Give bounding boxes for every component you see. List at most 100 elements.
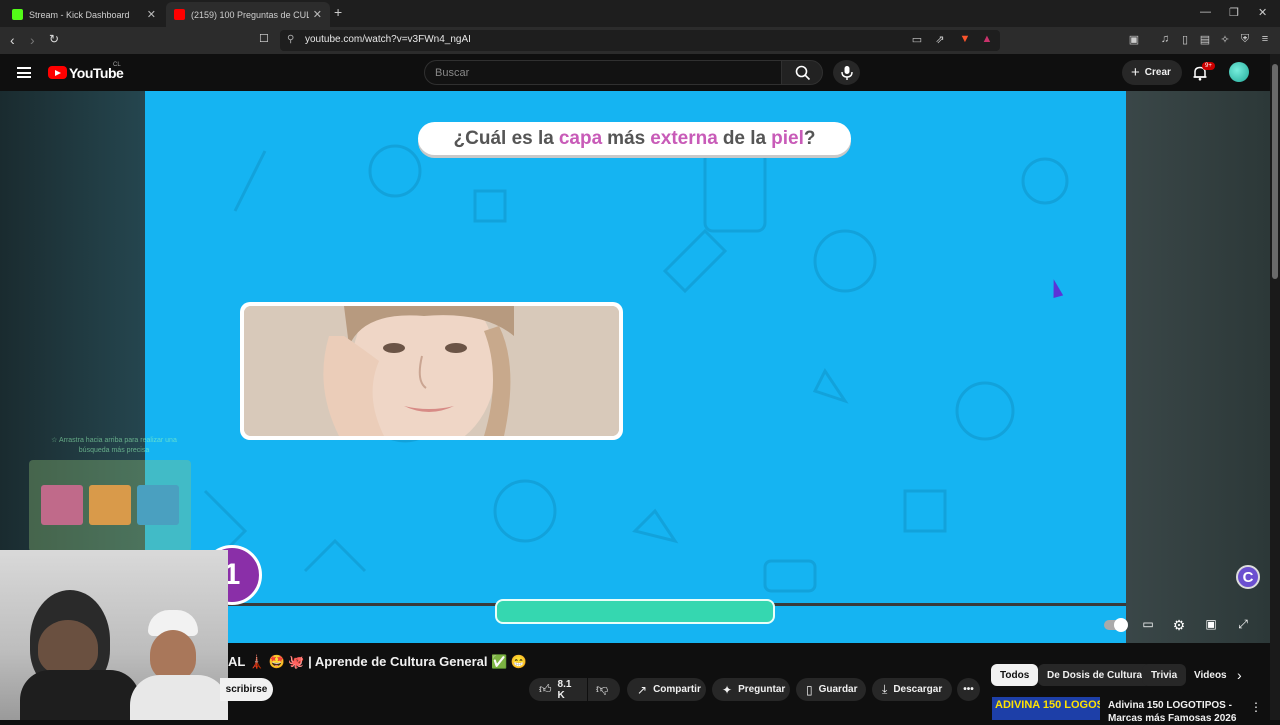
cast-icon[interactable]: ▭ xyxy=(910,33,924,47)
forward-icon[interactable]: › xyxy=(30,32,35,48)
site-info-icon[interactable]: ⚲ xyxy=(287,34,294,45)
answer-timer-bar xyxy=(495,599,775,624)
overlay-preview-card xyxy=(29,460,191,552)
recommended-thumbnail[interactable]: ADIVINA 150 LOGOS xyxy=(992,697,1100,720)
create-label: Crear xyxy=(1144,67,1171,78)
question-highlight: externa xyxy=(650,127,718,149)
streamer-right-face xyxy=(150,630,196,680)
page-scrollbar[interactable] xyxy=(1270,54,1280,720)
ambient-right xyxy=(1126,91,1270,643)
preview-thumb xyxy=(41,485,83,525)
scrollbar-thumb[interactable] xyxy=(1272,64,1278,279)
close-icon[interactable]: ✕ xyxy=(147,8,156,21)
like-button[interactable]: 👍︎ 8.1 K xyxy=(529,678,587,701)
url-text: youtube.com/watch?v=v3FWn4_ngAI xyxy=(305,34,471,45)
hamburger-menu-icon[interactable] xyxy=(17,67,31,78)
fullscreen-icon[interactable]: ⤢ xyxy=(1234,617,1252,633)
thumbs-down-icon: 👎︎ xyxy=(596,682,609,696)
save-button[interactable]: ▯ Guardar xyxy=(796,678,866,701)
search-input[interactable]: Buscar xyxy=(424,60,782,85)
settings-gear-icon[interactable]: ⚙ xyxy=(1170,617,1188,633)
chip-all[interactable]: Todos xyxy=(991,664,1039,686)
rewards-icon[interactable]: ▲ xyxy=(980,33,994,47)
share-label: Compartir xyxy=(653,684,701,695)
chevron-right-icon[interactable]: › xyxy=(1237,667,1242,683)
wallet-icon[interactable]: ▤ xyxy=(1198,33,1212,47)
search-placeholder: Buscar xyxy=(435,67,470,79)
bookmark-icon: ▯ xyxy=(806,682,813,697)
streamer-right-body xyxy=(130,675,228,720)
menu-icon[interactable]: ≡ xyxy=(1258,33,1272,47)
microphone-icon xyxy=(841,66,853,80)
question-text: de la xyxy=(722,127,767,149)
vpn-icon[interactable]: ⛨ xyxy=(1238,33,1252,47)
question-text: ¿Cuál es la xyxy=(453,127,554,149)
more-vertical-icon[interactable]: ⋮ xyxy=(1250,700,1262,714)
sparkle-icon: ✦ xyxy=(722,682,733,697)
streamer-left-body xyxy=(20,670,140,720)
extension-c-icon[interactable]: C xyxy=(1236,565,1260,589)
preview-thumb xyxy=(137,485,179,525)
reader-icon[interactable]: ▯ xyxy=(1178,33,1192,47)
minimize-icon[interactable]: — xyxy=(1200,6,1211,18)
browser-tab-bar: Stream - Kick Dashboard ✕ (2159) 100 Pre… xyxy=(0,0,1280,27)
plus-icon: + xyxy=(1131,64,1140,81)
youtube-header: YouTube CL Buscar + Crear 9+ xyxy=(0,54,1270,91)
back-icon[interactable]: ‹ xyxy=(10,32,15,48)
url-field[interactable]: ⚲ youtube.com/watch?v=v3FWn4_ngAI ▭ ⇗ ▼ … xyxy=(280,30,1000,51)
preview-thumb xyxy=(89,485,131,525)
youtube-logo-icon[interactable] xyxy=(48,66,67,79)
close-icon[interactable]: ✕ xyxy=(313,8,322,21)
tab-label: Stream - Kick Dashboard xyxy=(29,9,130,20)
create-button[interactable]: + Crear xyxy=(1122,60,1182,85)
address-bar: ‹ › ↻ ☐ ⚲ youtube.com/watch?v=v3FWn4_ngA… xyxy=(0,27,1280,54)
dislike-button[interactable]: 👎︎ xyxy=(588,678,620,701)
question-highlight: piel xyxy=(771,127,804,149)
sidebar-icon[interactable]: ▣ xyxy=(1127,33,1141,47)
save-label: Guardar xyxy=(818,684,858,695)
leo-icon[interactable]: ✧ xyxy=(1218,33,1232,47)
share-page-icon[interactable]: ⇗ xyxy=(933,33,947,47)
video-frame[interactable]: ¿Cuál es la capa más externa de la piel … xyxy=(145,91,1126,643)
video-title: AL 🗼 🤩 🐙 | Aprende de Cultura General ✅ … xyxy=(228,654,528,669)
question-text: más xyxy=(607,127,646,149)
question-text: ? xyxy=(803,127,816,149)
chip-de-dosis[interactable]: De Dosis de Cultura xyxy=(1038,664,1152,686)
download-icon: ⤓ xyxy=(882,682,888,696)
restore-icon[interactable]: ❐ xyxy=(1229,6,1239,19)
subtitles-icon[interactable]: ▭ xyxy=(1139,617,1157,633)
theater-mode-icon[interactable]: ▣ xyxy=(1202,617,1220,633)
recommended-title[interactable]: Adivina 150 LOGOTIPOS - Marcas más Famos… xyxy=(1108,699,1238,725)
tab-youtube[interactable]: (2159) 100 Preguntas de CULTUR ✕ xyxy=(166,2,330,27)
tab-label: (2159) 100 Preguntas de CULTUR xyxy=(191,9,309,20)
tab-kick-dashboard[interactable]: Stream - Kick Dashboard ✕ xyxy=(4,2,164,27)
region-code: CL xyxy=(113,62,121,68)
voice-search-button[interactable] xyxy=(833,60,860,85)
reload-icon[interactable]: ↻ xyxy=(49,32,59,46)
search-button[interactable] xyxy=(781,60,823,85)
autoplay-toggle[interactable] xyxy=(1104,618,1128,632)
webcam-overlay xyxy=(0,550,228,720)
brave-shield-icon[interactable]: ▼ xyxy=(958,33,972,47)
streamer-left-face xyxy=(38,620,98,675)
thumbs-up-icon: 👍︎ xyxy=(539,682,552,696)
more-actions-button[interactable]: ••• xyxy=(957,678,980,701)
question-image-frame xyxy=(240,302,623,440)
question-highlight: capa xyxy=(558,127,603,149)
new-tab-icon[interactable]: + xyxy=(334,4,342,20)
question-image xyxy=(244,306,619,436)
window-close-icon[interactable]: ✕ xyxy=(1258,6,1267,19)
subscribe-button[interactable]: scribirse xyxy=(220,678,273,701)
like-count: 8.1 K xyxy=(557,678,572,701)
face-image xyxy=(244,306,619,436)
ask-button[interactable]: ✦ Preguntar xyxy=(712,678,790,701)
music-icon[interactable]: ♫ xyxy=(1158,33,1172,47)
chip-trivia[interactable]: Trivia xyxy=(1142,664,1187,686)
chip-videos[interactable]: Videos xyxy=(1186,664,1236,686)
ask-label: Preguntar xyxy=(738,684,786,695)
thumbnail-text: ADIVINA 150 LOGOS xyxy=(995,699,1100,711)
share-button[interactable]: ↗ Compartir xyxy=(627,678,706,701)
download-button[interactable]: ⤓ Descargar xyxy=(872,678,952,701)
user-avatar[interactable] xyxy=(1229,62,1249,82)
bookmark-icon[interactable]: ☐ xyxy=(259,32,269,45)
